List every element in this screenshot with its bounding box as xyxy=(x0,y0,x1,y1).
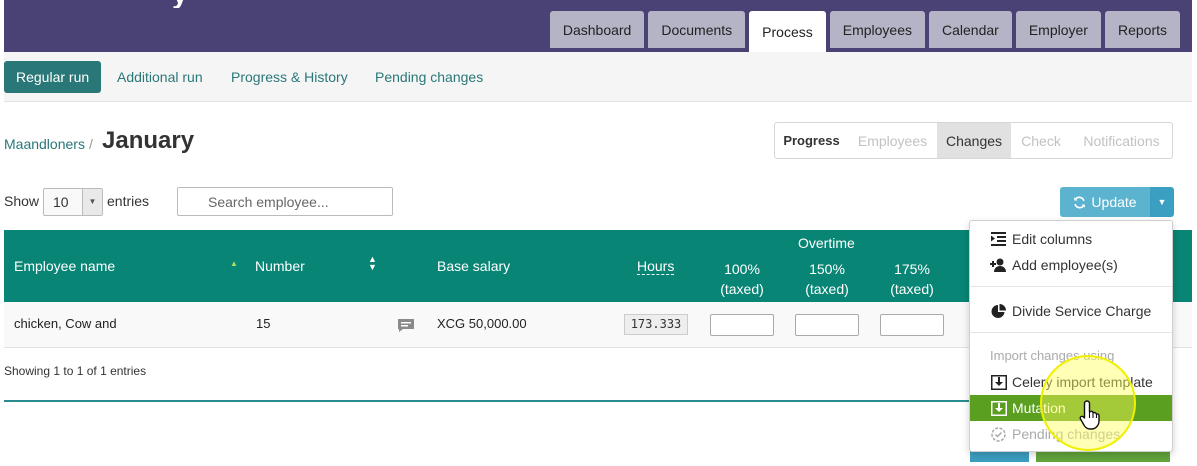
brand-logo-fragment: y xyxy=(172,0,190,8)
import-icon xyxy=(990,400,1007,416)
subnav-additional-run[interactable]: Additional run xyxy=(105,61,215,93)
top-navbar: y Dashboard Documents Process Employees … xyxy=(4,0,1192,52)
update-button[interactable]: Update xyxy=(1060,187,1150,217)
refresh-icon xyxy=(1074,196,1086,208)
step-employees: Employees xyxy=(857,132,928,149)
col-ot-100-pct: 100% xyxy=(724,261,760,277)
page-title: January xyxy=(102,127,195,154)
menu-add-employees[interactable]: Add employee(s) xyxy=(970,252,1172,278)
breadcrumb-parent-link[interactable]: Maandloners xyxy=(4,136,85,152)
page-size-select[interactable]: 10 ▼ xyxy=(43,188,103,216)
step-notifications: Notifications xyxy=(1083,132,1160,149)
comment-icon[interactable] xyxy=(397,318,415,333)
col-ot-175: 175% (taxed) xyxy=(880,259,944,299)
col-ot-100: 100% (taxed) xyxy=(710,259,774,299)
subnav-regular-run[interactable]: Regular run xyxy=(4,61,102,93)
subnav-progress-history[interactable]: Progress & History xyxy=(219,61,360,93)
cell-hours: 173.333 xyxy=(624,314,688,335)
step-check: Check xyxy=(1021,132,1061,149)
run-steps: Progress Employees Changes Check Notific… xyxy=(774,122,1173,159)
menu-divider xyxy=(970,332,1172,333)
col-number[interactable]: Number xyxy=(255,258,305,274)
menu-divide-service-charge-label: Divide Service Charge xyxy=(1012,303,1152,319)
show-label: Show xyxy=(4,193,40,209)
update-button-label: Update xyxy=(1091,194,1137,210)
update-dropdown-toggle[interactable]: ▼ xyxy=(1150,187,1174,217)
ot-150-input[interactable] xyxy=(795,314,859,336)
tab-calendar[interactable]: Calendar xyxy=(929,11,1012,48)
cell-employee-name[interactable]: chicken, Cow and xyxy=(14,316,117,331)
cell-number: 15 xyxy=(256,316,271,331)
breadcrumb-separator: / xyxy=(89,136,93,152)
cell-base-salary: XCG 50,000.00 xyxy=(437,316,527,331)
tab-employees[interactable]: Employees xyxy=(829,11,925,48)
col-employee-name[interactable]: Employee name xyxy=(14,258,115,274)
caret-down-icon: ▼ xyxy=(1157,197,1167,207)
tab-documents[interactable]: Documents xyxy=(648,11,746,48)
col-ot-175-taxed: (taxed) xyxy=(890,281,934,297)
col-ot-150: 150% (taxed) xyxy=(795,259,859,299)
col-ot-150-pct: 150% xyxy=(809,261,845,277)
col-overtime-group: Overtime xyxy=(798,235,855,251)
add-user-icon xyxy=(990,257,1007,273)
sort-ascending-icon: ▲ xyxy=(230,259,238,268)
tab-dashboard[interactable]: Dashboard xyxy=(549,11,645,48)
indent-icon xyxy=(990,231,1007,247)
col-ot-100-taxed: (taxed) xyxy=(720,281,764,297)
menu-edit-columns[interactable]: Edit columns xyxy=(970,226,1172,252)
hours-link[interactable]: Hours xyxy=(637,258,675,275)
col-ot-150-taxed: (taxed) xyxy=(805,281,849,297)
import-icon xyxy=(990,374,1007,390)
menu-add-employees-label: Add employee(s) xyxy=(1012,257,1118,273)
divider-line xyxy=(4,400,969,402)
menu-divide-service-charge[interactable]: Divide Service Charge xyxy=(970,298,1172,324)
col-base-salary: Base salary xyxy=(437,258,511,274)
tab-reports[interactable]: Reports xyxy=(1104,11,1180,48)
search-employee-input[interactable] xyxy=(177,187,393,216)
col-ot-175-pct: 175% xyxy=(894,261,930,277)
menu-divider xyxy=(970,286,1172,287)
entries-label: entries xyxy=(107,193,150,209)
col-hours[interactable]: Hours xyxy=(637,258,675,275)
step-progress[interactable]: Progress xyxy=(775,123,848,158)
hand-pointer-icon xyxy=(1079,400,1100,430)
ot-100-input[interactable] xyxy=(710,314,774,336)
page-size-value: 10 xyxy=(53,194,69,210)
menu-edit-columns-label: Edit columns xyxy=(1012,231,1093,247)
sort-icon: ▲ ▼ xyxy=(368,254,377,272)
pagination-info: Showing 1 to 1 of 1 entries xyxy=(4,364,147,378)
tab-employer[interactable]: Employer xyxy=(1015,11,1101,48)
sub-navigation: Regular run Additional run Progress & Hi… xyxy=(4,52,1192,102)
tab-process[interactable]: Process xyxy=(749,11,826,52)
ot-175-input[interactable] xyxy=(880,314,944,336)
clock-check-icon xyxy=(990,426,1007,442)
chevron-down-icon: ▼ xyxy=(82,189,102,215)
subnav-pending-changes[interactable]: Pending changes xyxy=(363,61,495,93)
step-changes[interactable]: Changes xyxy=(937,123,1011,158)
main-tabs: Dashboard Documents Process Employees Ca… xyxy=(549,11,1180,52)
pie-chart-icon xyxy=(990,303,1007,319)
